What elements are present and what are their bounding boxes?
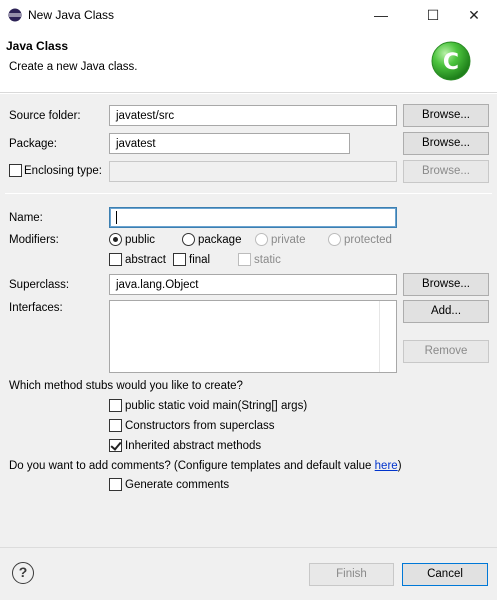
minimize-button[interactable]: — [358, 0, 404, 30]
public-radio[interactable] [109, 233, 122, 246]
package-label: Package: [9, 138, 57, 150]
generate-comments-label: Generate comments [125, 479, 230, 491]
source-folder-input[interactable]: javatest/src [109, 105, 397, 126]
superclass-input[interactable]: java.lang.Object [109, 274, 397, 295]
package-browse-button[interactable]: Browse... [403, 132, 489, 155]
help-icon[interactable]: ? [12, 562, 34, 584]
name-input[interactable] [109, 207, 397, 228]
final-label: final [189, 254, 211, 266]
remove-interface-button: Remove [403, 340, 489, 363]
enclosing-type-input [109, 161, 397, 182]
text-cursor [116, 211, 117, 224]
static-label: static [254, 254, 281, 266]
abstract-label: abstract [125, 254, 166, 266]
separator [5, 193, 492, 194]
comments-close-paren: ) [397, 460, 402, 472]
static-checkbox [238, 253, 251, 266]
enclosing-type-checkbox[interactable] [9, 164, 22, 177]
package-input[interactable]: javatest [109, 133, 350, 154]
method-stubs-question: Which method stubs would you like to cre… [9, 380, 243, 392]
cancel-button[interactable]: Cancel [402, 563, 488, 586]
constructors-label: Constructors from superclass [125, 420, 275, 432]
source-folder-label: Source folder: [9, 110, 81, 122]
wizard-message: Create a new Java class. [9, 61, 138, 73]
private-label: private [271, 234, 306, 246]
new-class-wizard-icon: C [431, 41, 471, 81]
configure-templates-link[interactable]: here [375, 460, 398, 472]
package-radio[interactable] [182, 233, 195, 246]
enclosing-type-label: Enclosing type: [24, 165, 102, 177]
finish-button: Finish [309, 563, 394, 586]
svg-text:C: C [443, 50, 459, 75]
close-button[interactable]: ✕ [451, 0, 497, 30]
public-label: public [125, 234, 156, 246]
main-method-checkbox[interactable] [109, 399, 122, 412]
inherited-methods-label: Inherited abstract methods [125, 440, 262, 452]
interfaces-label: Interfaces: [9, 302, 63, 314]
eclipse-app-icon [8, 8, 22, 22]
protected-radio [328, 233, 341, 246]
superclass-label: Superclass: [9, 279, 70, 291]
package-modifier-label: package [198, 234, 242, 246]
comments-question-text: Do you want to add comments? (Configure … [9, 460, 375, 472]
generate-comments-checkbox[interactable] [109, 478, 122, 491]
add-interface-button[interactable]: Add... [403, 300, 489, 323]
superclass-browse-button[interactable]: Browse... [403, 273, 489, 296]
main-method-label: public static void main(String[] args) [125, 400, 308, 412]
interfaces-scrollbar[interactable] [379, 301, 396, 372]
name-label: Name: [9, 212, 43, 224]
maximize-button[interactable]: ☐ [410, 0, 456, 30]
private-radio [255, 233, 268, 246]
protected-label: protected [344, 234, 392, 246]
interfaces-list[interactable] [109, 300, 397, 373]
abstract-checkbox[interactable] [109, 253, 122, 266]
modifiers-label: Modifiers: [9, 234, 59, 246]
final-checkbox[interactable] [173, 253, 186, 266]
window-title: New Java Class [28, 8, 115, 22]
comments-question: Do you want to add comments? (Configure … [9, 459, 402, 473]
source-folder-browse-button[interactable]: Browse... [403, 104, 489, 127]
constructors-checkbox[interactable] [109, 419, 122, 432]
enclosing-type-browse-button: Browse... [403, 160, 489, 183]
wizard-title: Java Class [6, 39, 69, 53]
inherited-methods-checkbox[interactable] [109, 439, 122, 452]
